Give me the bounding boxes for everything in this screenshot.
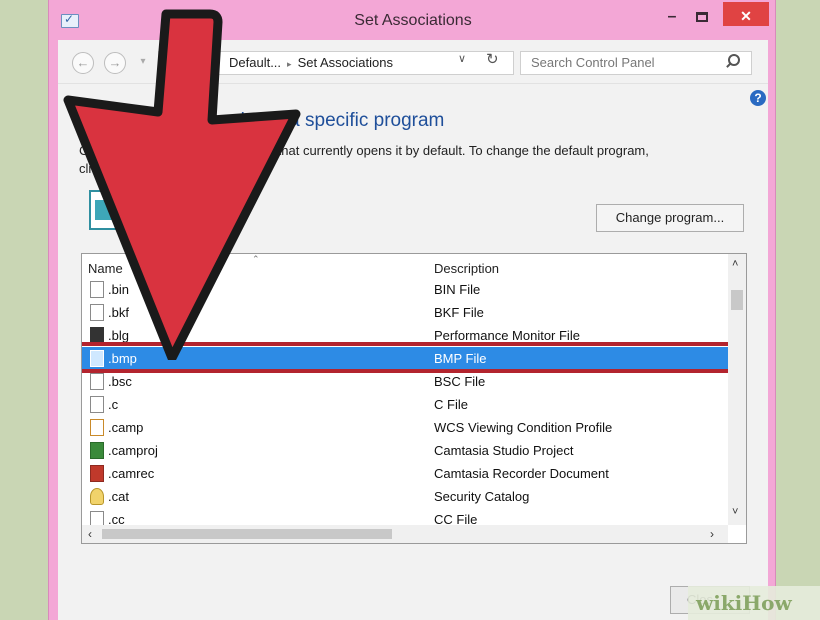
file-extension: .bsc: [108, 374, 132, 389]
security-catalog-icon: [90, 488, 104, 505]
file-description: WCS Viewing Condition Profile: [434, 420, 613, 435]
breadcrumb-set-associations[interactable]: Set Associations: [298, 55, 393, 70]
generic-file-icon: [90, 373, 104, 390]
red-arrow-annotation: [63, 9, 301, 360]
file-description: BSC File: [434, 374, 486, 389]
scroll-up-icon[interactable]: ˄: [732, 258, 738, 270]
file-extension: .camproj: [108, 443, 158, 458]
close-window-button[interactable]: ✕: [723, 2, 769, 26]
address-dropdown-icon[interactable]: ∨: [458, 52, 466, 65]
help-icon[interactable]: ?: [750, 90, 766, 106]
file-extension: .camrec: [108, 466, 155, 481]
vertical-scrollbar[interactable]: ˄ ˅: [728, 254, 746, 525]
maximize-icon: [696, 12, 708, 22]
search-icon[interactable]: [728, 54, 740, 66]
file-description: Camtasia Recorder Document: [434, 466, 609, 481]
vertical-scroll-thumb[interactable]: [731, 290, 743, 310]
refresh-icon[interactable]: ↻: [486, 50, 499, 68]
column-header-description[interactable]: Description: [434, 261, 499, 276]
file-description: BIN File: [434, 282, 481, 297]
scroll-down-icon[interactable]: ˅: [732, 506, 738, 518]
horizontal-scroll-thumb[interactable]: [102, 529, 392, 539]
scroll-left-icon[interactable]: ‹: [88, 527, 92, 541]
camtasia-project-icon: [90, 442, 104, 459]
camtasia-recorder-icon: [90, 465, 104, 482]
generic-file-icon: [90, 396, 104, 413]
search-input[interactable]: Search Control Panel: [520, 51, 752, 75]
list-item[interactable]: .c C File: [82, 393, 728, 416]
file-description: Camtasia Studio Project: [434, 443, 574, 458]
list-item[interactable]: .bsc BSC File: [82, 370, 728, 393]
file-description: C File: [434, 397, 468, 412]
list-item[interactable]: .camrec Camtasia Recorder Document: [82, 462, 728, 485]
maximize-button[interactable]: [689, 4, 715, 32]
file-extension: .c: [108, 397, 119, 412]
list-item[interactable]: .cat Security Catalog: [82, 485, 728, 508]
file-extension: .cat: [108, 489, 129, 504]
scroll-right-icon[interactable]: ›: [710, 527, 714, 541]
minimize-button[interactable]: –: [659, 4, 685, 32]
list-item[interactable]: .camp WCS Viewing Condition Profile: [82, 416, 728, 439]
file-description: BKF File: [434, 305, 484, 320]
file-extension: .camp: [108, 420, 144, 435]
background-right: [776, 0, 820, 620]
background-left: [0, 0, 48, 620]
file-description: Security Catalog: [434, 489, 530, 504]
change-program-button[interactable]: Change program...: [596, 204, 744, 232]
file-description: Performance Monitor File: [434, 328, 580, 343]
wikihow-watermark: wikiHow: [688, 586, 820, 620]
color-profile-icon: [90, 419, 104, 436]
list-item[interactable]: .camproj Camtasia Studio Project: [82, 439, 728, 462]
horizontal-scrollbar[interactable]: ‹ ›: [82, 525, 728, 543]
